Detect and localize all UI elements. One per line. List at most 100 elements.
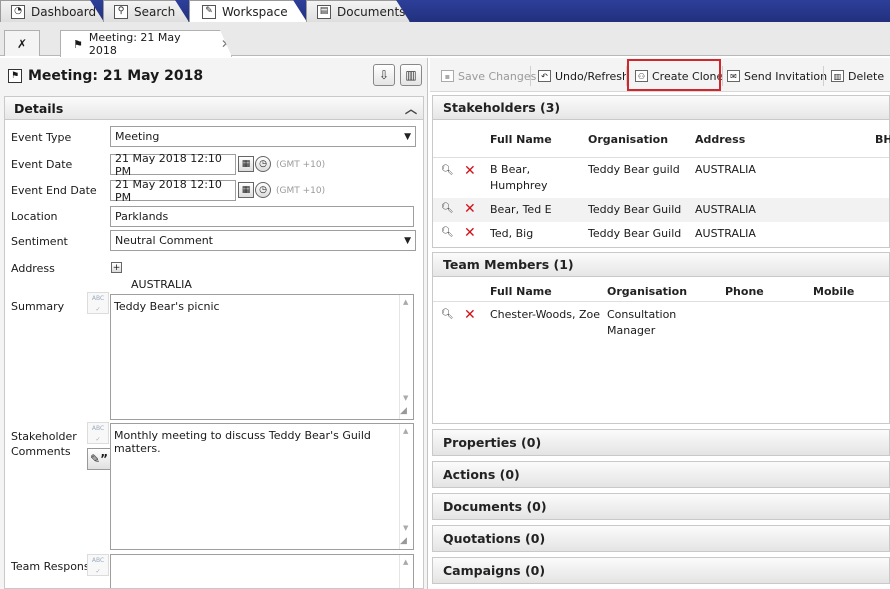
column-bh[interactable]: BH — [875, 133, 890, 146]
address-label: Address — [11, 262, 55, 275]
table-row[interactable]: 🔍︎ ✕ Chester-Woods, Zoe Consultation Man… — [433, 302, 889, 342]
stakeholder-name[interactable]: Ted, Big — [490, 226, 533, 242]
checkmark-icon: ✓ — [95, 568, 101, 575]
spellcheck-icon: ABC — [91, 557, 105, 564]
dropdown-arrow-icon: ▼ — [404, 132, 411, 142]
calendar-button[interactable]: ▦ — [238, 156, 254, 172]
event-date-input[interactable]: 21 May 2018 12:10 PM — [110, 152, 236, 178]
sentiment-label: Sentiment — [11, 235, 68, 248]
column-full-name[interactable]: Full Name — [490, 285, 552, 298]
stakeholders-header-label: Stakeholders (3) — [443, 100, 561, 115]
sentiment-value: Neutral Comment — [115, 234, 213, 247]
stakeholder-name[interactable]: B Bear, — [490, 162, 530, 178]
save-changes-button[interactable]: ▪ Save Changes — [436, 65, 536, 87]
stakeholder-name[interactable]: Bear, Ted E — [490, 202, 552, 218]
chevron-up-icon[interactable]: ︿ — [405, 100, 417, 117]
comments-scrollbar[interactable]: ▲ ▼ — [399, 424, 413, 549]
response-scrollbar[interactable]: ▲ — [399, 555, 413, 588]
resize-grip-icon[interactable]: ◢ — [400, 536, 412, 548]
column-mobile[interactable]: Mobile — [813, 285, 854, 298]
close-tab-icon[interactable]: ✕ — [221, 37, 231, 51]
column-organisation[interactable]: Organisation — [588, 133, 668, 146]
event-type-select[interactable]: Meeting ▼ — [110, 126, 416, 147]
download-button[interactable]: ⇩ — [373, 64, 395, 86]
stakeholder-comments-textarea[interactable]: Monthly meeting to discuss Teddy Bear's … — [110, 423, 414, 550]
view-magnifier-icon[interactable]: 🔍︎ — [441, 309, 454, 320]
table-row[interactable]: 🔍︎ ✕ B Bear, Humphrey Teddy Bear guild A… — [433, 158, 889, 198]
location-input[interactable]: Parklands — [110, 206, 414, 227]
event-type-value: Meeting — [115, 130, 160, 143]
view-magnifier-icon[interactable]: 🔍︎ — [441, 165, 454, 176]
main-tab-bar: ◔ Dashboard ⚲ Search ✎ Workspace ▤ Docum… — [0, 0, 890, 22]
campaigns-section-header[interactable]: Campaigns (0) — [432, 557, 890, 584]
column-phone[interactable]: Phone — [725, 285, 764, 298]
address-expand-button[interactable]: + — [111, 262, 122, 273]
undo-refresh-button[interactable]: ↶ Undo/Refresh — [533, 65, 629, 87]
member-org: Consultation — [607, 308, 677, 321]
event-end-date-value: 21 May 2018 12:10 PM — [115, 177, 222, 204]
tab-documents[interactable]: ▤ Documents — [306, 0, 410, 22]
properties-section-header[interactable]: Properties (0) — [432, 429, 890, 456]
table-row[interactable]: 🔍︎ ✕ Ted, Big Teddy Bear Guild AUSTRALIA — [433, 222, 889, 246]
team-members-table: Full Name Organisation Phone Mobile 🔍︎ ✕… — [432, 277, 890, 424]
table-row[interactable]: 🔍︎ ✕ Bear, Ted E Teddy Bear Guild AUSTRA… — [433, 198, 889, 222]
tab-workspace[interactable]: ✎ Workspace — [189, 0, 307, 22]
clock-icon: ◷ — [259, 185, 267, 195]
remove-x-icon[interactable]: ✕ — [464, 226, 476, 240]
view-magnifier-icon[interactable]: 🔍︎ — [441, 203, 454, 214]
column-address[interactable]: Address — [695, 133, 745, 146]
send-invitation-button[interactable]: ✉ Send Invitation — [722, 65, 827, 87]
stakeholder-name-cont[interactable]: Humphrey — [490, 178, 547, 194]
tab-search[interactable]: ⚲ Search — [103, 0, 189, 22]
end-calendar-button[interactable]: ▦ — [238, 182, 254, 198]
member-name[interactable]: Chester-Woods, Zoe — [490, 307, 600, 323]
toolbar-divider — [530, 66, 531, 86]
team-members-section-header[interactable]: Team Members (1) — [432, 252, 890, 277]
delete-label: Delete — [848, 69, 885, 83]
team-response-textarea[interactable]: ▲ — [110, 554, 414, 588]
insert-quote-button[interactable]: ✎” — [87, 448, 111, 470]
column-full-name[interactable]: Full Name — [490, 133, 552, 146]
documents-section-header[interactable]: Documents (0) — [432, 493, 890, 520]
tab-documents-label: Documents — [337, 4, 406, 19]
details-form: Event Type Meeting ▼ Event Date 21 May 2… — [4, 120, 424, 589]
summary-scrollbar[interactable]: ▲ ▼ — [399, 295, 413, 419]
spellcheck-icon: ABC — [91, 295, 105, 302]
stakeholder-comments-label-1: Stakeholder — [11, 430, 77, 443]
tab-meeting-record[interactable]: ⚑ Meeting: 21 May 2018 ✕ — [60, 30, 232, 57]
trash-icon: ▥ — [831, 70, 844, 82]
delete-button[interactable]: ▥ Delete — [826, 65, 884, 87]
summary-textarea[interactable]: Teddy Bear's picnic ▲ ▼ ◢ — [110, 294, 414, 420]
document-tab-bar: ✗ ⚑ Meeting: 21 May 2018 ✕ — [0, 22, 890, 56]
stakeholders-section-header[interactable]: Stakeholders (3) — [432, 95, 890, 120]
actions-section-header[interactable]: Actions (0) — [432, 461, 890, 488]
tab-dashboard[interactable]: ◔ Dashboard — [0, 0, 104, 22]
details-section-header[interactable]: Details ︿ — [4, 96, 424, 120]
undo-refresh-label: Undo/Refresh — [555, 69, 629, 83]
time-button[interactable]: ◷ — [255, 156, 271, 172]
column-organisation[interactable]: Organisation — [607, 285, 687, 298]
view-magnifier-icon[interactable]: 🔍︎ — [441, 227, 454, 238]
spellcheck-button[interactable]: ABC ✓ — [87, 422, 109, 444]
close-all-tabs-button[interactable]: ✗ — [4, 30, 40, 56]
remove-x-icon[interactable]: ✕ — [464, 202, 476, 216]
calendar-icon: ▦ — [241, 185, 251, 195]
end-time-button[interactable]: ◷ — [255, 182, 271, 198]
report-button[interactable]: ▥ — [400, 64, 422, 86]
tab-search-label: Search — [134, 4, 176, 19]
event-end-date-input[interactable]: 21 May 2018 12:10 PM — [110, 177, 236, 204]
quotations-section-header[interactable]: Quotations (0) — [432, 525, 890, 552]
documents-label: Documents (0) — [443, 499, 547, 514]
send-invitation-label: Send Invitation — [744, 69, 828, 83]
details-panel: ⚑ Meeting: 21 May 2018 ⇩ ▥ Details ︿ Eve… — [0, 58, 428, 589]
member-org-cont: Manager — [607, 324, 656, 337]
remove-x-icon[interactable]: ✕ — [464, 308, 476, 322]
stakeholder-org: Teddy Bear Guild — [588, 203, 682, 216]
resize-grip-icon[interactable]: ◢ — [400, 406, 412, 418]
sentiment-select[interactable]: Neutral Comment ▼ — [110, 230, 416, 251]
spellcheck-button[interactable]: ABC ✓ — [87, 554, 109, 576]
remove-x-icon[interactable]: ✕ — [464, 164, 476, 178]
scroll-up-icon: ▲ — [403, 427, 409, 435]
spellcheck-button[interactable]: ABC ✓ — [87, 292, 109, 314]
close-all-icon: ✗ — [16, 36, 28, 51]
